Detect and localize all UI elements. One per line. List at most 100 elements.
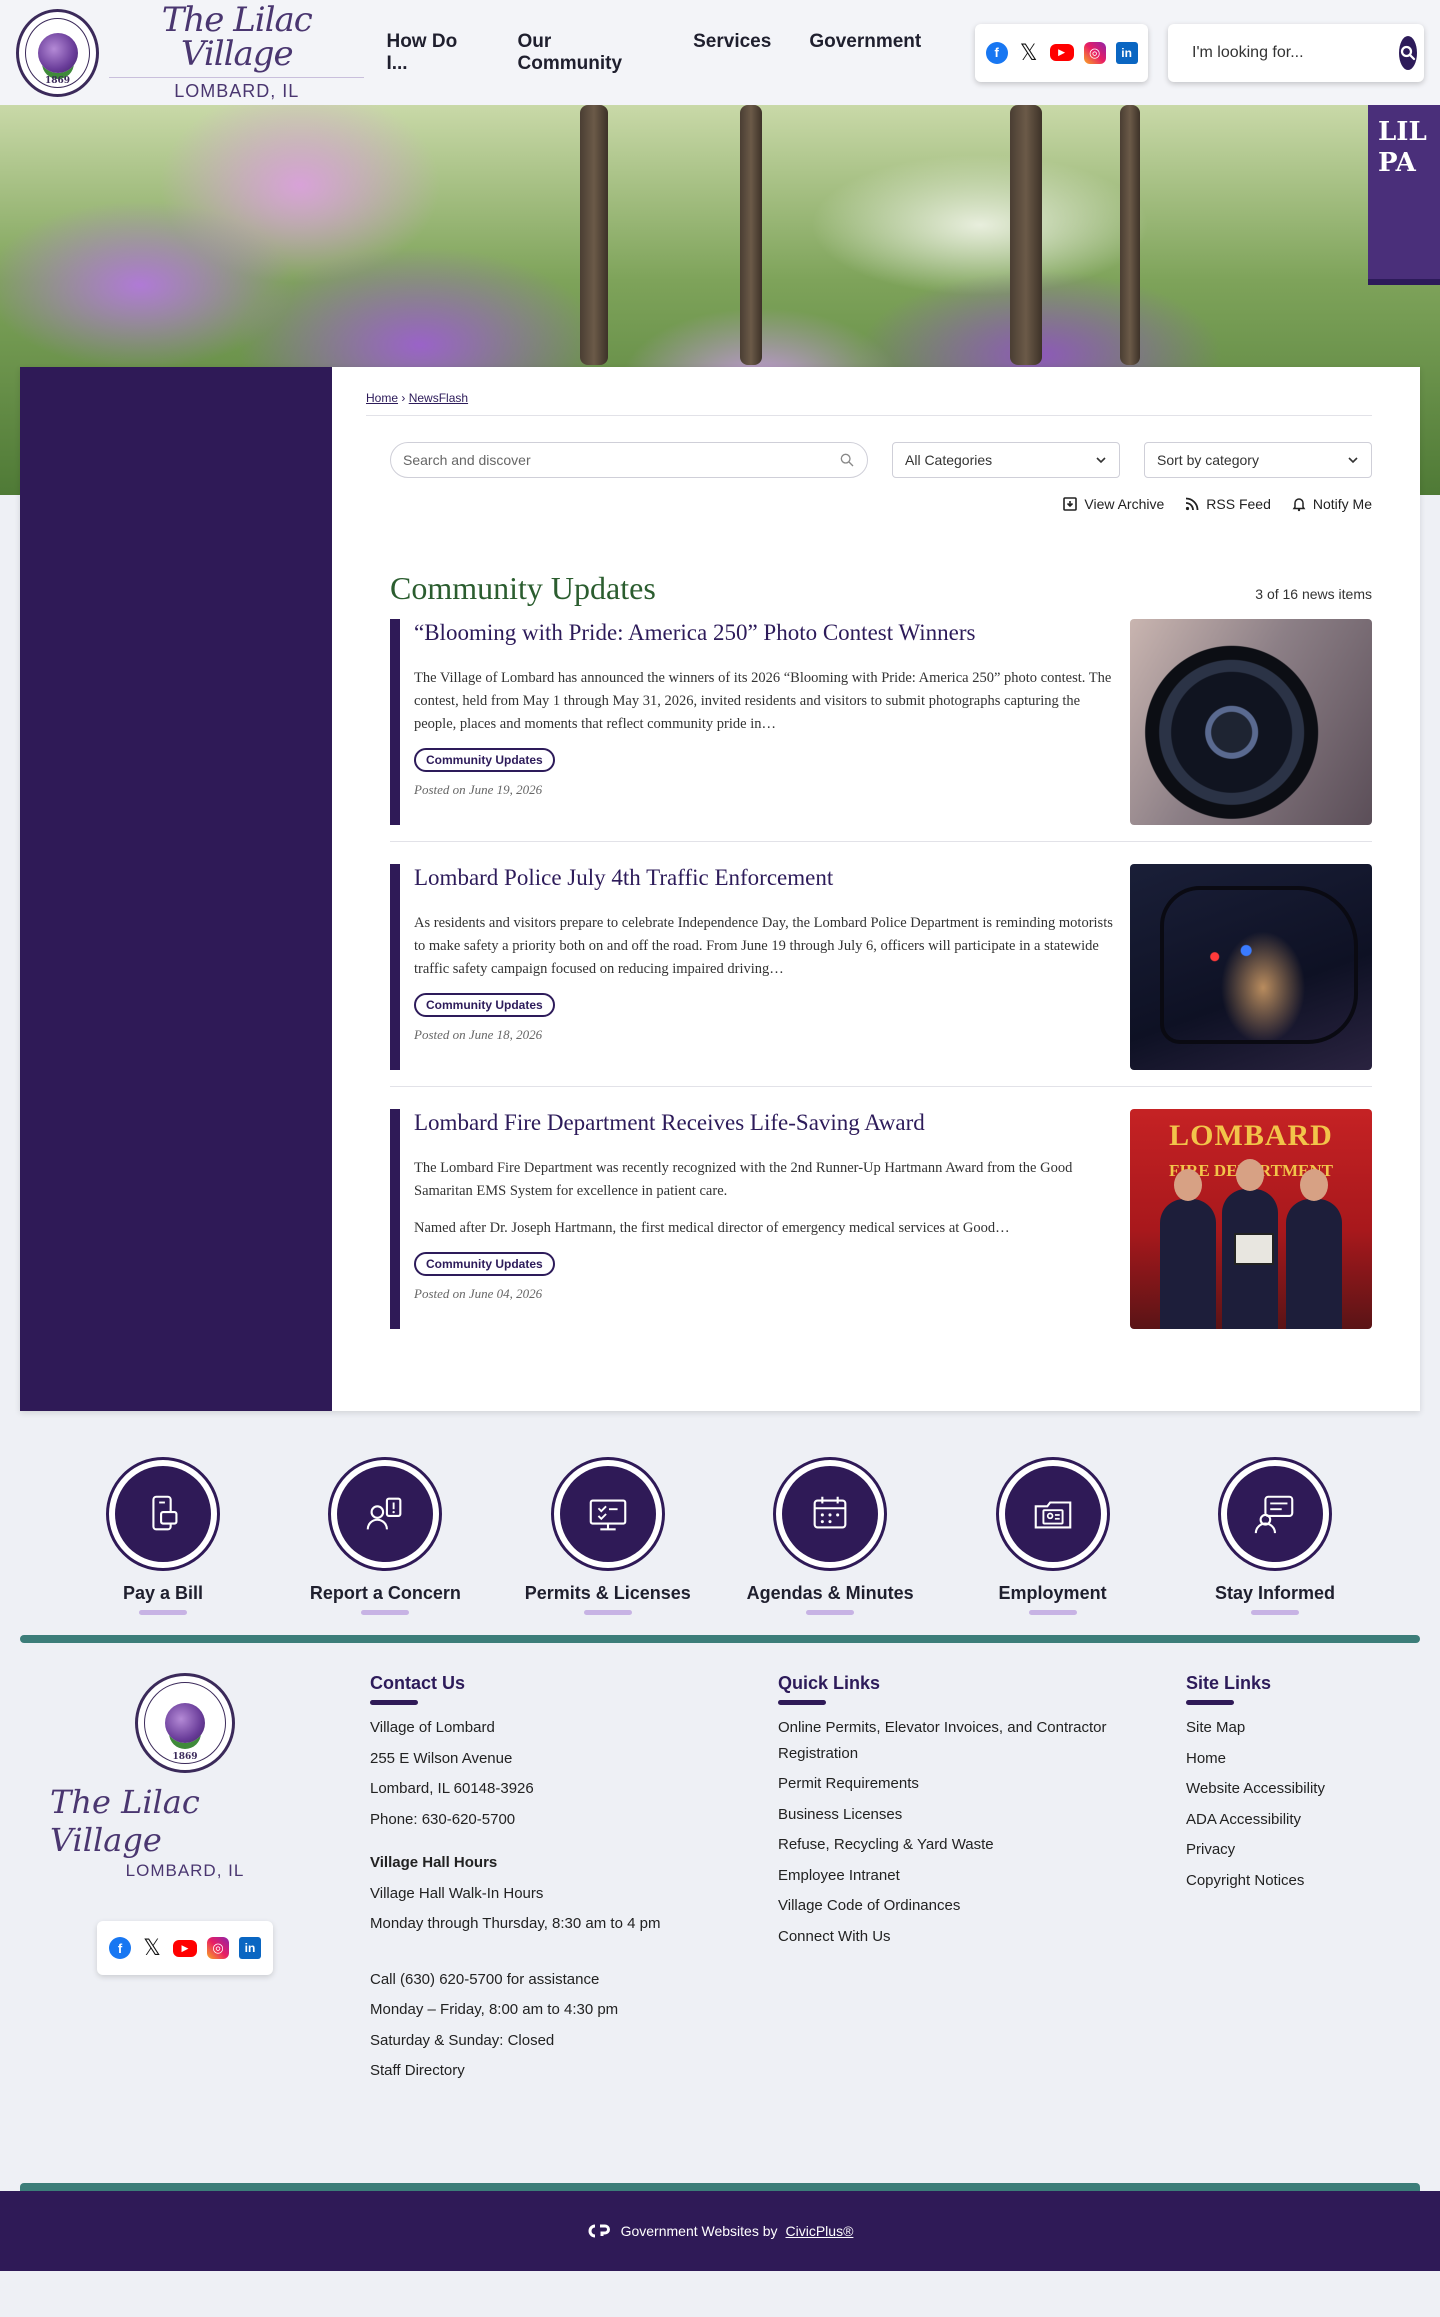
hero-banner: LIL PA <box>1368 105 1440 285</box>
divider <box>20 1635 1420 1643</box>
quick-link-pay-bill[interactable]: Pay a Bill <box>78 1457 248 1615</box>
permits-icon <box>589 1499 627 1531</box>
bottom-bar: Government Websites by CivicPlus® <box>0 2191 1440 2271</box>
quick-link-employment[interactable]: Employment <box>968 1457 1138 1615</box>
footer-logo-script: The Lilac Village <box>50 1783 200 1859</box>
news-posted-date: Posted on June 18, 2026 <box>414 1027 543 1043</box>
pay-bill-icon <box>152 1495 178 1531</box>
footer-contact: Contact Us Village of Lombard 255 E Wils… <box>370 1673 730 2183</box>
facebook-icon[interactable]: f <box>985 41 1008 64</box>
footer-link[interactable]: Business Licenses <box>778 1802 1136 1828</box>
news-title[interactable]: “Blooming with Pride: America 250” Photo… <box>414 620 975 645</box>
footer-link[interactable]: Refuse, Recycling & Yard Waste <box>778 1832 1136 1858</box>
left-sidebar <box>20 367 332 1411</box>
search-icon[interactable] <box>839 452 855 468</box>
footer-link[interactable]: Village Code of Ordinances <box>778 1893 1136 1919</box>
news-count: 3 of 16 news items <box>1255 586 1372 602</box>
archive-icon <box>1063 497 1078 511</box>
news-content: Home › NewsFlash All Categories Sort by … <box>332 367 1420 1411</box>
facebook-icon[interactable]: f <box>109 1937 131 1959</box>
chevron-down-icon <box>1348 457 1358 464</box>
breadcrumb-home[interactable]: Home <box>366 391 398 405</box>
footer-link[interactable]: Online Permits, Elevator Invoices, and C… <box>778 1715 1136 1766</box>
header-social-links: f 𝕏 ▶ ◎ in <box>975 23 1148 82</box>
nav-government[interactable]: Government <box>809 31 921 75</box>
site-footer: 1869 The Lilac Village LOMBARD, IL f 𝕏 ▶… <box>0 1643 1440 2183</box>
camera-lens-image[interactable] <box>1130 619 1372 825</box>
footer-logo[interactable]: 1869 The Lilac Village LOMBARD, IL f 𝕏 ▶… <box>50 1673 320 2183</box>
news-category-tag[interactable]: Community Updates <box>414 993 555 1018</box>
footer-link[interactable]: Permit Requirements <box>778 1771 1136 1797</box>
category-select[interactable]: All Categories <box>892 442 1120 478</box>
quick-link-report-concern[interactable]: Report a Concern <box>300 1457 470 1615</box>
news-actions: View Archive RSS Feed Notify Me <box>366 496 1372 512</box>
x-icon[interactable]: 𝕏 <box>141 1935 163 1960</box>
employment-icon <box>1034 1501 1071 1529</box>
news-list: “Blooming with Pride: America 250” Photo… <box>390 619 1372 1345</box>
news-search-input[interactable] <box>403 452 839 468</box>
footer-link[interactable]: Privacy <box>1186 1837 1406 1863</box>
quick-link-stay-informed[interactable]: Stay Informed <box>1190 1457 1360 1615</box>
news-title[interactable]: Lombard Fire Department Receives Life-Sa… <box>414 1110 925 1135</box>
civicplus-icon <box>588 2224 610 2238</box>
breadcrumb-separator: › <box>401 391 409 405</box>
footer-link[interactable]: Connect With Us <box>778 1924 1136 1950</box>
nav-how-do-i[interactable]: How Do I... <box>386 31 479 75</box>
sort-select[interactable]: Sort by category <box>1144 442 1372 478</box>
bottom-text: Government Websites by <box>620 2223 778 2239</box>
footer-heading: Quick Links <box>778 1673 881 1693</box>
village-seal-icon: 1869 <box>16 8 100 97</box>
linkedin-icon[interactable]: in <box>1115 41 1138 64</box>
x-icon[interactable]: 𝕏 <box>1018 40 1040 65</box>
bell-icon <box>1292 498 1306 512</box>
civicplus-link[interactable]: CivicPlus® <box>786 2223 854 2239</box>
nav-services[interactable]: Services <box>693 31 771 75</box>
search-icon[interactable] <box>1399 35 1417 70</box>
footer-link[interactable]: Home <box>1186 1746 1406 1772</box>
instagram-icon[interactable]: ◎ <box>207 1937 229 1959</box>
news-title[interactable]: Lombard Police July 4th Traffic Enforcem… <box>414 865 833 890</box>
news-summary: As residents and visitors prepare to cel… <box>414 914 1113 977</box>
police-mirror-image[interactable] <box>1130 864 1372 1070</box>
instagram-icon[interactable]: ◎ <box>1083 41 1106 64</box>
calendar-icon <box>813 1496 847 1529</box>
rss-icon <box>1186 497 1199 511</box>
nav-our-community[interactable]: Our Community <box>518 31 656 75</box>
news-search <box>390 442 868 478</box>
footer-link[interactable]: Site Map <box>1186 1715 1406 1741</box>
site-search-input[interactable] <box>1192 43 1399 62</box>
footer-link[interactable]: Website Accessibility <box>1186 1776 1406 1802</box>
footer-link[interactable]: ADA Accessibility <box>1186 1807 1406 1833</box>
breadcrumb-newsflash[interactable]: NewsFlash <box>409 391 468 405</box>
news-item: Lombard Fire Department Receives Life-Sa… <box>390 1109 1372 1345</box>
logo-script: The Lilac Village <box>161 0 313 74</box>
stay-informed-icon <box>1254 1495 1294 1534</box>
news-category-tag[interactable]: Community Updates <box>414 1252 555 1277</box>
section-header: Community Updates 3 of 16 news items <box>390 570 1372 607</box>
footer-heading: Contact Us <box>370 1673 466 1693</box>
view-archive-link[interactable]: View Archive <box>1062 496 1164 512</box>
footer-link[interactable]: Copyright Notices <box>1186 1868 1406 1894</box>
staff-directory-link[interactable]: Staff Directory <box>370 2058 730 2084</box>
footer-site-links: Site Links Site Map Home Website Accessi… <box>1186 1673 1406 2183</box>
breadcrumb: Home › NewsFlash <box>366 391 1372 416</box>
youtube-icon[interactable]: ▶ <box>173 1939 197 1957</box>
news-summary-continued: Named after Dr. Joseph Hartmann, the fir… <box>414 1219 1010 1236</box>
quick-link-permits-licenses[interactable]: Permits & Licenses <box>523 1457 693 1615</box>
section-title: Community Updates <box>390 570 656 606</box>
quick-link-agendas-minutes[interactable]: Agendas & Minutes <box>745 1457 915 1615</box>
news-category-tag[interactable]: Community Updates <box>414 748 555 773</box>
notify-me-link[interactable]: Notify Me <box>1291 496 1372 512</box>
linkedin-icon[interactable]: in <box>239 1937 261 1959</box>
footer-heading: Site Links <box>1186 1673 1272 1693</box>
category-select-value: All Categories <box>905 452 993 468</box>
footer-link[interactable]: Employee Intranet <box>778 1863 1136 1889</box>
news-item: Lombard Police July 4th Traffic Enforcem… <box>390 864 1372 1087</box>
rss-feed-link[interactable]: RSS Feed <box>1184 496 1271 512</box>
site-logo[interactable]: 1869 The Lilac Village LOMBARD, IL <box>16 0 365 102</box>
footer-logo-city: LOMBARD, IL <box>125 1861 245 1880</box>
youtube-icon[interactable]: ▶ <box>1049 44 1074 61</box>
news-posted-date: Posted on June 19, 2026 <box>414 782 543 798</box>
fire-department-image[interactable]: LOMBARD FIRE DEPARTMENT <box>1130 1109 1372 1329</box>
seal-year: 1869 <box>45 75 71 86</box>
